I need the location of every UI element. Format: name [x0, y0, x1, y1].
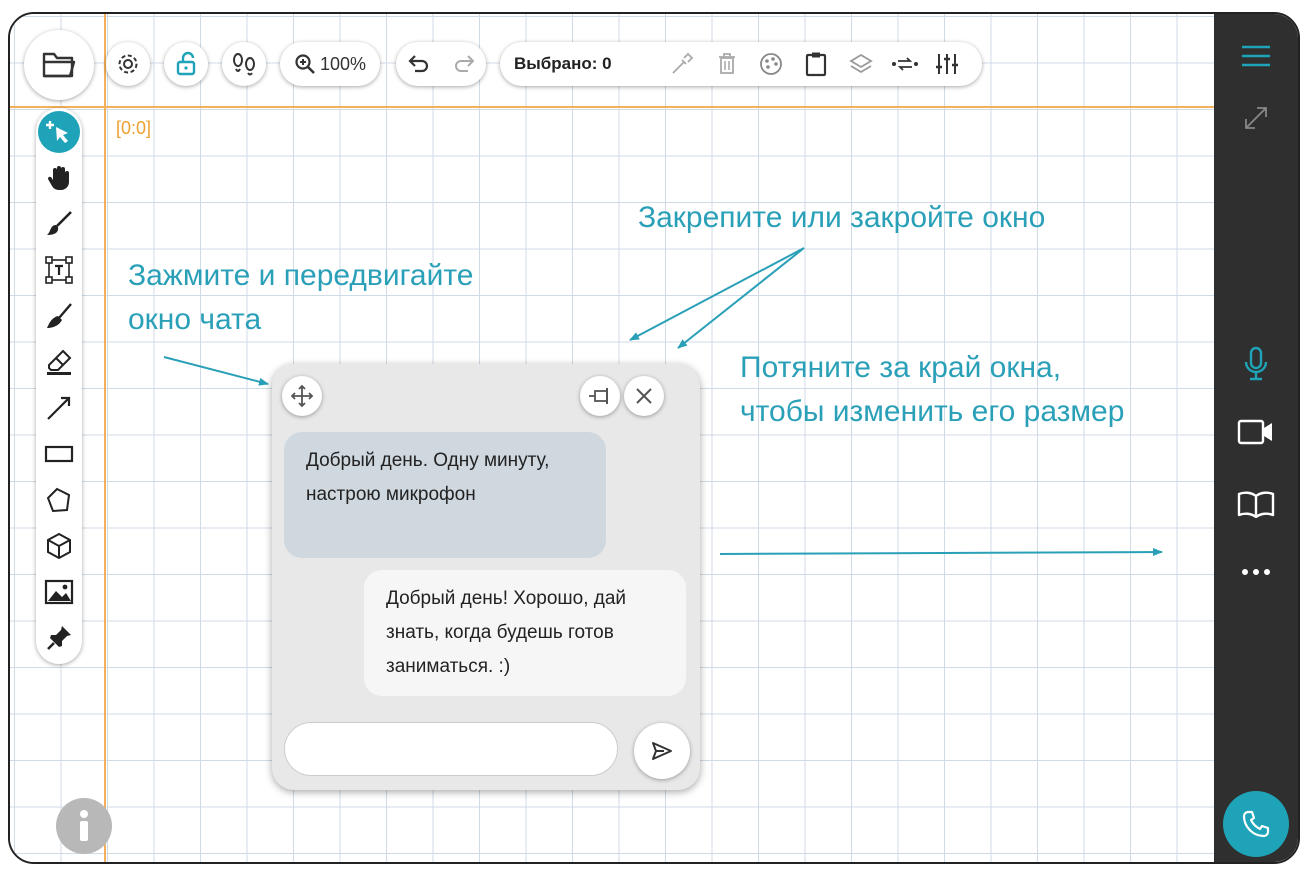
settings-button[interactable]: [106, 42, 150, 86]
hint-drag: Зажмите и передвигайте окно чата: [128, 254, 473, 342]
more-icon: [1240, 568, 1272, 576]
hint-drag-line-1: Зажмите и передвигайте: [128, 259, 474, 292]
book-icon: [1237, 490, 1275, 518]
y-axis: [104, 14, 106, 862]
palette-icon[interactable]: [758, 51, 784, 77]
microphone-button[interactable]: [1214, 342, 1298, 386]
chat-message-outgoing: Добрый день! Хорошо, дай знать, когда бу…: [364, 570, 686, 696]
tool-select[interactable]: [36, 110, 82, 154]
tool-pin[interactable]: [36, 616, 82, 660]
tool-brush[interactable]: [36, 202, 82, 246]
right-sidebar: [1214, 14, 1298, 862]
app-frame: [0:0] 100% Выбрано: 0 Зажмите и передвиг…: [8, 12, 1300, 864]
selection-toolbar: Выбрано: 0: [500, 42, 982, 86]
layers-icon[interactable]: [848, 52, 874, 76]
chat-pin-button[interactable]: [580, 376, 620, 416]
broom-icon: [45, 302, 73, 330]
swap-icon[interactable]: [890, 53, 920, 75]
sliders-icon[interactable]: [934, 51, 960, 77]
hint-resize: Потяните за край окна, чтобы изменить ег…: [740, 346, 1124, 434]
chat-close-button[interactable]: [624, 376, 664, 416]
tool-rectangle[interactable]: [36, 432, 82, 476]
call-button[interactable]: [1214, 790, 1298, 858]
chat-move-handle[interactable]: [282, 376, 322, 416]
footprints-button[interactable]: [222, 42, 266, 86]
video-button[interactable]: [1214, 412, 1298, 452]
cube-icon: [45, 532, 73, 560]
image-icon: [44, 579, 74, 605]
expand-button[interactable]: [1214, 100, 1298, 136]
unlock-icon: [173, 51, 199, 77]
chat-message-input[interactable]: [284, 722, 618, 776]
hint-resize-line-2: чтобы изменить его размер: [740, 395, 1125, 428]
select-icon: [38, 111, 80, 153]
trash-icon[interactable]: [716, 52, 738, 76]
pin-window-icon: [587, 386, 613, 406]
hint-drag-line-2: окно чата: [128, 303, 262, 336]
info-button[interactable]: [56, 798, 112, 854]
folder-button[interactable]: [24, 30, 94, 100]
pin-icon: [45, 624, 73, 652]
send-icon: [650, 740, 674, 762]
close-icon: [635, 387, 653, 405]
chat-window[interactable]: Добрый день. Одну минуту, настрою микроф…: [272, 364, 700, 790]
line-icon: [45, 394, 73, 422]
tool-line[interactable]: [36, 386, 82, 430]
book-button[interactable]: [1214, 484, 1298, 524]
hand-icon: [46, 164, 72, 192]
info-icon: [75, 809, 93, 843]
tool-hand[interactable]: [36, 156, 82, 200]
redo-icon[interactable]: [452, 53, 476, 75]
folder-icon: [42, 50, 76, 80]
eyedropper-icon[interactable]: [670, 52, 694, 76]
video-camera-icon: [1237, 418, 1275, 446]
polygon-icon: [45, 486, 73, 514]
rectangle-icon: [44, 444, 74, 464]
text-box-icon: [44, 255, 74, 285]
more-button[interactable]: [1214, 554, 1298, 590]
tool-broom[interactable]: [36, 294, 82, 338]
expand-icon: [1242, 104, 1270, 132]
phone-icon: [1241, 809, 1271, 839]
zoom-control[interactable]: 100%: [280, 42, 380, 86]
tools-panel: [36, 108, 82, 664]
microphone-icon: [1243, 346, 1269, 382]
tool-text[interactable]: [36, 248, 82, 292]
chat-send-button[interactable]: [634, 723, 690, 779]
chat-message-incoming: Добрый день. Одну минуту, настрою микроф…: [284, 432, 606, 558]
zoom-in-icon: [294, 53, 316, 75]
lock-toggle-button[interactable]: [164, 42, 208, 86]
origin-label: [0:0]: [116, 118, 152, 138]
undo-icon[interactable]: [407, 53, 431, 75]
menu-button[interactable]: [1214, 38, 1298, 74]
menu-icon: [1240, 44, 1272, 68]
hint-pin-close: Закрепите или закройте окно: [638, 201, 1046, 234]
selected-count: Выбрано: 0: [514, 54, 612, 73]
x-axis: [10, 106, 1216, 108]
move-icon: [290, 384, 314, 408]
gear-icon: [115, 51, 141, 77]
tool-polygon[interactable]: [36, 478, 82, 522]
footprints-icon: [230, 51, 258, 77]
hint-resize-line-1: Потяните за край окна,: [740, 351, 1062, 384]
tool-eraser[interactable]: [36, 340, 82, 384]
eraser-icon: [45, 348, 73, 376]
tool-3d-shape[interactable]: [36, 524, 82, 568]
brush-icon: [45, 210, 73, 238]
tool-image[interactable]: [36, 570, 82, 614]
history-controls: [396, 42, 486, 86]
zoom-level: 100%: [319, 53, 367, 74]
clipboard-icon[interactable]: [804, 51, 828, 77]
